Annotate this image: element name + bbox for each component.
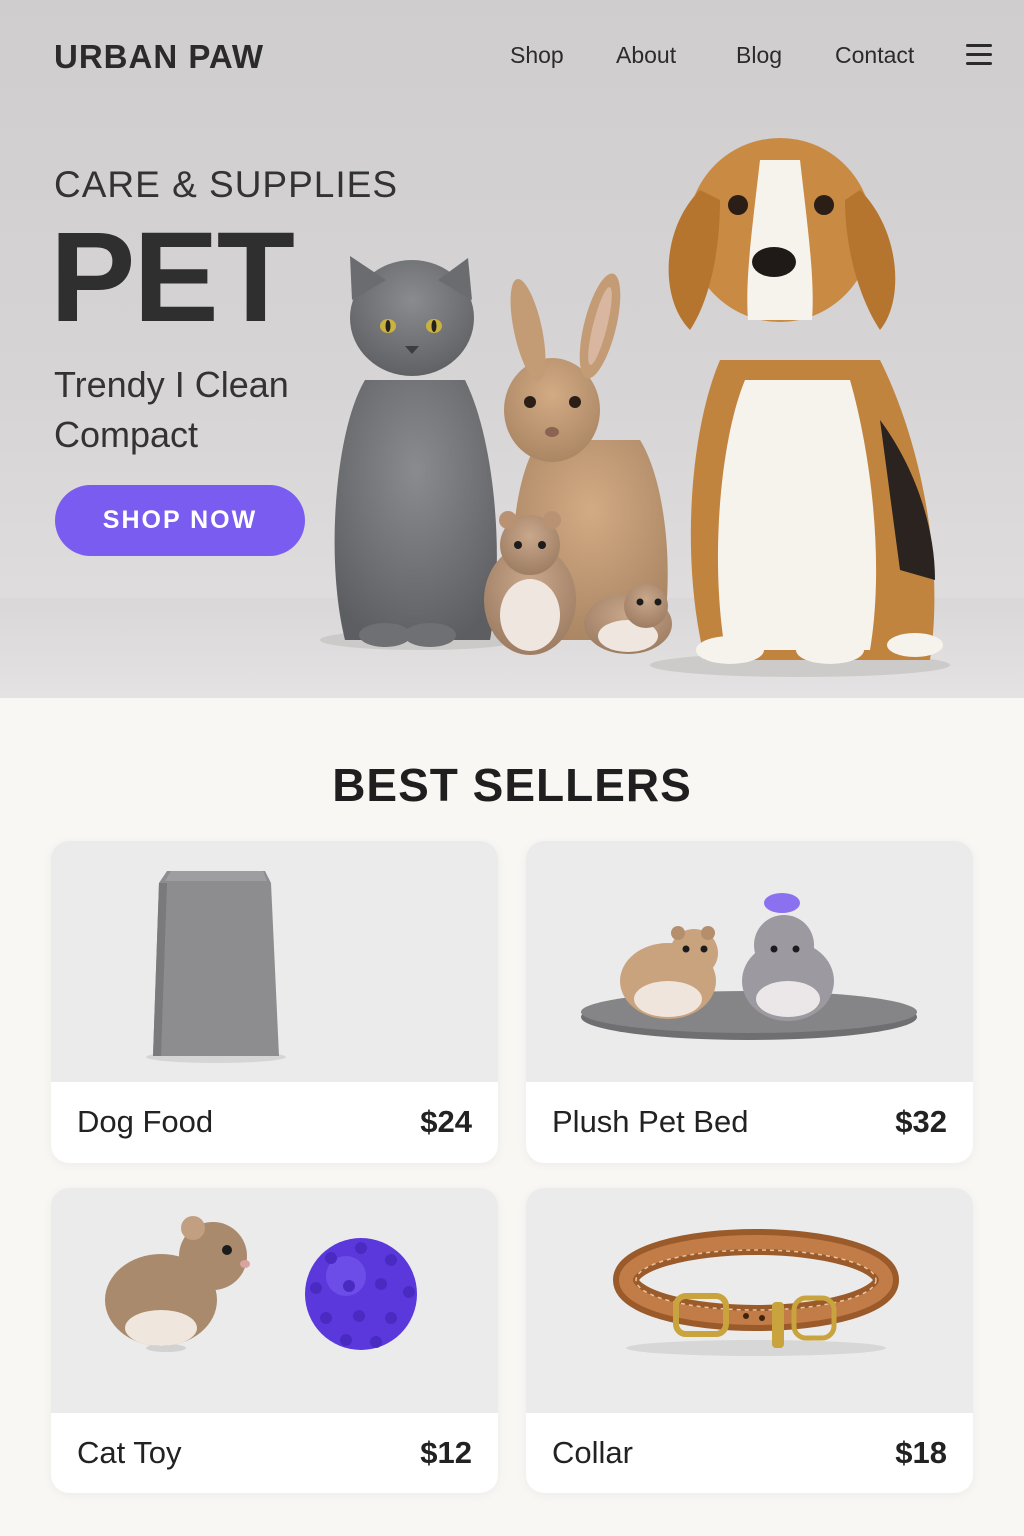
product-price: $18 — [895, 1435, 947, 1470]
product-name: Cat Toy — [77, 1435, 182, 1470]
product-card-cat-toy[interactable]: Cat Toy $12 — [51, 1188, 498, 1493]
product-image — [51, 1188, 498, 1413]
product-price: $32 — [895, 1104, 947, 1139]
product-info: Collar $18 — [526, 1413, 973, 1493]
product-name: Dog Food — [77, 1104, 214, 1139]
product-info: Cat Toy $12 — [51, 1413, 498, 1493]
product-name: Plush Pet Bed — [552, 1104, 749, 1139]
product-image — [51, 841, 498, 1082]
menu-icon[interactable] — [966, 44, 992, 66]
product-price: $24 — [420, 1104, 472, 1139]
main-nav: Shop About Blog Contact — [0, 42, 1024, 72]
shop-now-button[interactable]: SHOP NOW — [55, 485, 305, 556]
product-image — [526, 841, 973, 1082]
product-info: Plush Pet Bed $32 — [526, 1082, 973, 1162]
nav-contact[interactable]: Contact — [835, 42, 914, 69]
food-bag-icon — [146, 871, 286, 1063]
nav-blog[interactable]: Blog — [736, 42, 782, 69]
product-image — [526, 1188, 973, 1413]
product-name: Collar — [552, 1435, 633, 1470]
collar-icon — [613, 1229, 899, 1356]
nav-about[interactable]: About — [616, 42, 676, 69]
product-card-collar[interactable]: Collar $18 — [526, 1188, 973, 1493]
product-card-plush-pet-bed[interactable]: Plush Pet Bed $32 — [526, 841, 973, 1163]
hero-title: PET — [50, 206, 295, 349]
hero-pets-image — [320, 138, 950, 677]
pet-bed-icon — [581, 893, 917, 1040]
cat-toy-icon — [105, 1216, 417, 1352]
nav-shop[interactable]: Shop — [510, 42, 564, 69]
best-sellers-title: BEST SELLERS — [332, 759, 692, 811]
hero-section: URBAN PAW Shop About Blog Contact CARE &… — [0, 0, 1024, 698]
product-price: $12 — [420, 1435, 472, 1470]
dog-figure — [668, 138, 943, 664]
product-info: Dog Food $24 — [51, 1082, 498, 1162]
cat-figure — [334, 256, 497, 647]
product-card-dog-food[interactable]: Dog Food $24 — [51, 841, 498, 1163]
